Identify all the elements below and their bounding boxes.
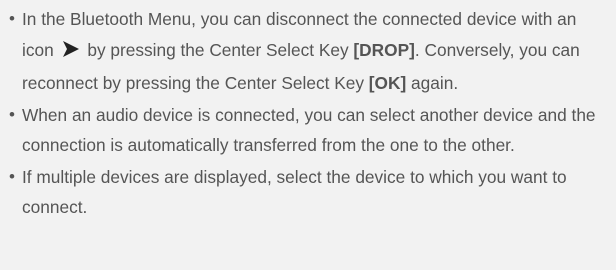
bullet: • [9,166,15,186]
note-item-multiple-devices: • If multiple devices are displayed, sel… [8,162,608,223]
note-text: If multiple devices are displayed, selec… [22,166,567,218]
bullet: • [9,104,15,124]
drop-key-label: [DROP] [353,39,415,60]
right-arrowhead-icon [61,38,81,69]
note-item-transfer: • When an audio device is connected, you… [8,100,608,161]
notes-list: • In the Bluetooth Menu, you can disconn… [8,4,608,223]
document-page: • In the Bluetooth Menu, you can disconn… [0,0,616,270]
ok-key-label: [OK] [368,73,407,93]
note-text: by pressing the Center Select Key [87,39,349,60]
note-item-disconnect: • In the Bluetooth Menu, you can disconn… [8,4,608,99]
bullet: • [9,9,15,28]
note-text: again. [411,73,459,93]
note-text: When an audio device is connected, you c… [22,104,596,156]
